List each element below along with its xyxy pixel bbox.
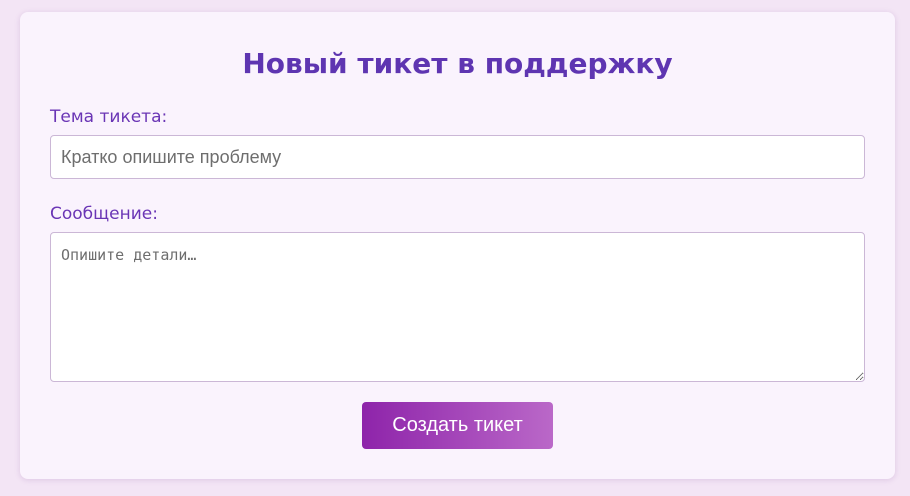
page-title: Новый тикет в поддержку (242, 47, 673, 80)
ticket-form-card: Новый тикет в поддержку Тема тикета: Соо… (20, 12, 895, 479)
subject-label: Тема тикета: (50, 107, 168, 127)
message-textarea[interactable] (50, 232, 865, 382)
create-ticket-button[interactable]: Создать тикет (362, 402, 553, 449)
subject-input[interactable] (50, 135, 865, 179)
message-label: Сообщение: (50, 204, 158, 224)
